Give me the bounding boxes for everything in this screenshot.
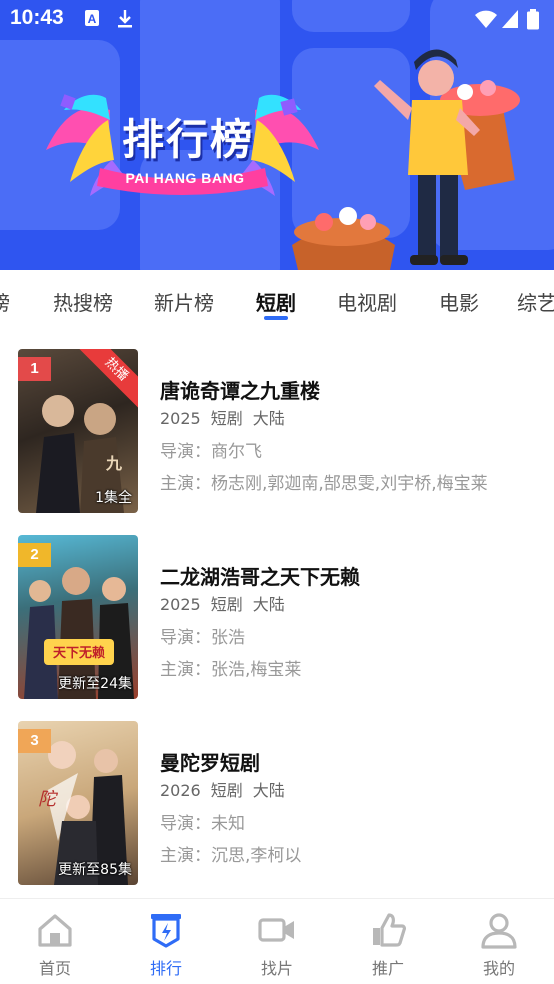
tab-ranking-partial[interactable]: 榜	[0, 287, 10, 316]
episode-count: 1集全	[95, 490, 132, 506]
tab-new-releases[interactable]: 新片榜	[154, 287, 214, 316]
drama-genre: 短剧	[210, 781, 243, 800]
drama-year: 2025	[160, 595, 201, 614]
banner-title: 排行榜	[121, 115, 254, 164]
drama-region: 大陆	[252, 781, 285, 800]
user-icon	[481, 913, 517, 949]
drama-director: 导演：商尔飞	[160, 442, 262, 462]
drama-region: 大陆	[252, 409, 285, 428]
drama-meta: 2025 短剧 大陆	[160, 405, 295, 429]
nav-label: 推广	[371, 959, 404, 978]
status-time: 10:43	[10, 6, 64, 29]
thumbs-up-icon	[373, 913, 406, 947]
home-icon	[38, 914, 72, 947]
nav-home[interactable]: 首页	[0, 899, 110, 984]
drama-year: 2025	[160, 409, 201, 428]
font-download-icon: A	[85, 10, 99, 26]
drama-cast: 主演：杨志刚,郭迦南,郜思雯,刘宇桥,梅宝莱	[160, 474, 488, 494]
wifi-icon	[475, 10, 497, 28]
drama-director: 导演：张浩	[160, 628, 245, 648]
svg-text:天下无赖: 天下无赖	[53, 645, 105, 661]
drama-title[interactable]: 二龙湖浩哥之天下无赖	[160, 561, 360, 590]
drama-region: 大陆	[252, 595, 285, 614]
drama-genre: 短剧	[210, 595, 243, 614]
poster-image[interactable]: 天下无赖 2 更新至24集	[18, 535, 138, 699]
drama-director: 导演：未知	[160, 814, 245, 834]
drama-cast: 主演：沉思,李柯以	[160, 846, 302, 866]
svg-text:A: A	[88, 12, 97, 26]
video-camera-icon	[258, 918, 294, 942]
rank-badge: 3	[18, 729, 51, 753]
episode-count: 更新至85集	[58, 862, 132, 878]
nav-profile[interactable]: 我的	[444, 899, 554, 984]
nav-label: 排行	[149, 959, 182, 978]
drama-cast: 主演：张浩,梅宝莱	[160, 660, 302, 680]
drama-meta: 2026 短剧 大陆	[160, 777, 295, 801]
nav-ranking[interactable]: 排行	[111, 899, 221, 984]
ranking-logo: 排行榜 PAI HANG BANG	[40, 90, 325, 205]
drama-year: 2026	[160, 781, 201, 800]
list-item[interactable]: 天下无赖 2 更新至24集 二龙湖浩哥之天下无赖 2025 短剧 大陆 导演：张浩 …	[0, 534, 554, 720]
drama-meta: 2025 短剧 大陆	[160, 591, 295, 615]
rank-badge: 2	[18, 543, 51, 567]
tab-hot-search[interactable]: 热搜榜	[53, 287, 113, 316]
bottom-navigation: 首页 排行 找片 推广 我的	[0, 898, 554, 984]
banner-subtitle: PAI HANG BANG	[125, 170, 245, 186]
list-item[interactable]: 九 1 热播 1集全 唐诡奇谭之九重楼 2025 短剧 大陆 导演：商尔飞 主演：杨…	[0, 348, 554, 534]
nav-label: 我的	[482, 959, 515, 978]
nav-label: 找片	[260, 959, 293, 978]
tab-variety[interactable]: 综艺	[517, 287, 554, 316]
active-tab-indicator	[264, 316, 288, 320]
rank-badge: 1	[18, 357, 51, 381]
drama-title[interactable]: 唐诡奇谭之九重楼	[160, 375, 320, 404]
nav-label: 首页	[38, 959, 71, 978]
poster-image[interactable]: 九 1 热播 1集全	[18, 349, 138, 513]
battery-icon	[527, 9, 539, 30]
nav-promote[interactable]: 推广	[333, 899, 443, 984]
poster-image[interactable]: 陀 3 更新至85集	[18, 721, 138, 885]
download-icon	[118, 10, 132, 28]
status-bar: 10:43 A	[0, 0, 554, 38]
cellular-signal-icon	[502, 10, 518, 28]
episode-count: 更新至24集	[58, 676, 132, 692]
category-tabs: 榜 热搜榜 新片榜 短剧 电视剧 电影 综艺	[0, 270, 554, 330]
ranking-icon	[151, 914, 181, 948]
nav-find-movies[interactable]: 找片	[222, 899, 332, 984]
svg-text:九: 九	[105, 454, 122, 473]
ranking-banner: 10:43 A 排行榜 PAI HANG BANG	[0, 0, 554, 270]
drama-genre: 短剧	[210, 409, 243, 428]
person-with-bag-illustration-icon	[292, 49, 520, 270]
tab-short-drama[interactable]: 短剧	[256, 287, 296, 316]
list-item[interactable]: 陀 3 更新至85集 曼陀罗短剧 2026 短剧 大陆 导演：未知 主演：沉思,李柯…	[0, 720, 554, 906]
drama-title[interactable]: 曼陀罗短剧	[160, 747, 260, 776]
tab-tv-series[interactable]: 电视剧	[337, 287, 397, 316]
svg-text:陀: 陀	[38, 789, 59, 810]
tab-movies[interactable]: 电影	[439, 287, 479, 316]
